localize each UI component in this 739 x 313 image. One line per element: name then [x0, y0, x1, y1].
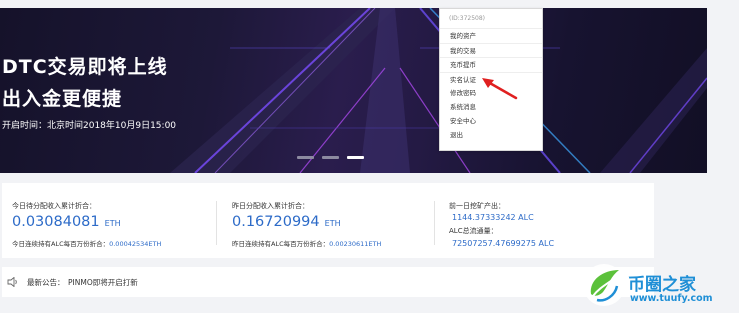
menu-item-security-center[interactable]: 安全中心: [440, 114, 542, 128]
red-arrow-icon: [482, 78, 518, 100]
today-per-million-value: 0.00042534ETH: [109, 240, 162, 248]
menu-item-logout[interactable]: 退出: [440, 128, 542, 142]
mining-output-value: 1144.37333242 ALC: [452, 213, 534, 222]
banner-carousel[interactable]: DTC交易即将上线 出入金更便捷 开启时间：北京时间2018年10月9日15:0…: [0, 8, 707, 173]
stats-mining-column: 前一日挖矿产出： 1144.37333242 ALC ALC总流通量： 7250…: [435, 183, 654, 258]
watermark-url: www.tuufy.com: [630, 293, 713, 304]
mining-output-label: 前一日挖矿产出：: [449, 202, 505, 210]
today-pending-value: 0.03084081 ETH: [12, 214, 121, 230]
banner-title-line1: DTC交易即将上线: [2, 56, 168, 78]
announcement-label: 最新公告：: [27, 278, 65, 287]
yesterday-income-unit: ETH: [324, 219, 341, 228]
banner-subtitle: 开启时间：北京时间2018年10月9日15:00: [2, 121, 177, 131]
carousel-dots: [297, 156, 364, 159]
page: DTC交易即将上线 出入金更便捷 开启时间：北京时间2018年10月9日15:0…: [0, 0, 739, 313]
yesterday-per-million-label: 昨日连续持有ALC每百万份折合：: [232, 240, 330, 248]
yesterday-per-million: 昨日连续持有ALC每百万份折合：0.00230611ETH: [232, 238, 381, 248]
carousel-dot-3[interactable]: [347, 156, 364, 159]
user-id-label: (ID:372508): [440, 9, 542, 29]
yesterday-per-million-value: 0.00230611ETH: [329, 240, 382, 248]
yesterday-income-number: 0.16720994: [232, 214, 320, 230]
today-pending-label: 今日待分配收入累计折合：: [12, 202, 96, 210]
menu-item-deposit-withdraw[interactable]: 充币提币: [440, 57, 542, 71]
menu-item-my-assets[interactable]: 我的资产: [440, 29, 542, 43]
carousel-dot-2[interactable]: [322, 156, 339, 159]
stats-yesterday-column: 昨日分配收入累计折合： 0.16720994 ETH 昨日连续持有ALC每百万份折…: [217, 183, 432, 258]
earnings-stats-card: 今日待分配收入累计折合： 0.03084081 ETH 今日连续持有ALC每百万份…: [2, 183, 654, 258]
announcement-bar: 最新公告： PINMO即将开启打新: [2, 267, 654, 297]
circulation-label: ALC总流通量：: [449, 227, 498, 235]
yesterday-income-label: 昨日分配收入累计折合：: [232, 202, 309, 210]
today-per-million: 今日连续持有ALC每百万份折合：0.00042534ETH: [12, 238, 161, 248]
menu-item-system-messages[interactable]: 系统消息: [440, 100, 542, 114]
announcement-link[interactable]: PINMO即将开启打新: [68, 277, 138, 288]
watermark-logo-icon: [583, 264, 625, 306]
yesterday-income-value: 0.16720994 ETH: [232, 214, 341, 230]
watermark-title: 币圈之家: [628, 275, 696, 295]
stats-today-column: 今日待分配收入累计折合： 0.03084081 ETH 今日连续持有ALC每百万份…: [2, 183, 217, 258]
carousel-dot-1[interactable]: [297, 156, 314, 159]
circulation-value: 72507257.47699275 ALC: [452, 239, 555, 248]
today-pending-unit: ETH: [104, 219, 121, 228]
today-per-million-label: 今日连续持有ALC每百万份折合：: [12, 240, 110, 248]
today-pending-number: 0.03084081: [12, 214, 100, 230]
banner-title-line2: 出入金更便捷: [2, 88, 123, 110]
menu-item-my-trades[interactable]: 我的交易: [440, 43, 542, 57]
speaker-icon: [7, 277, 17, 287]
